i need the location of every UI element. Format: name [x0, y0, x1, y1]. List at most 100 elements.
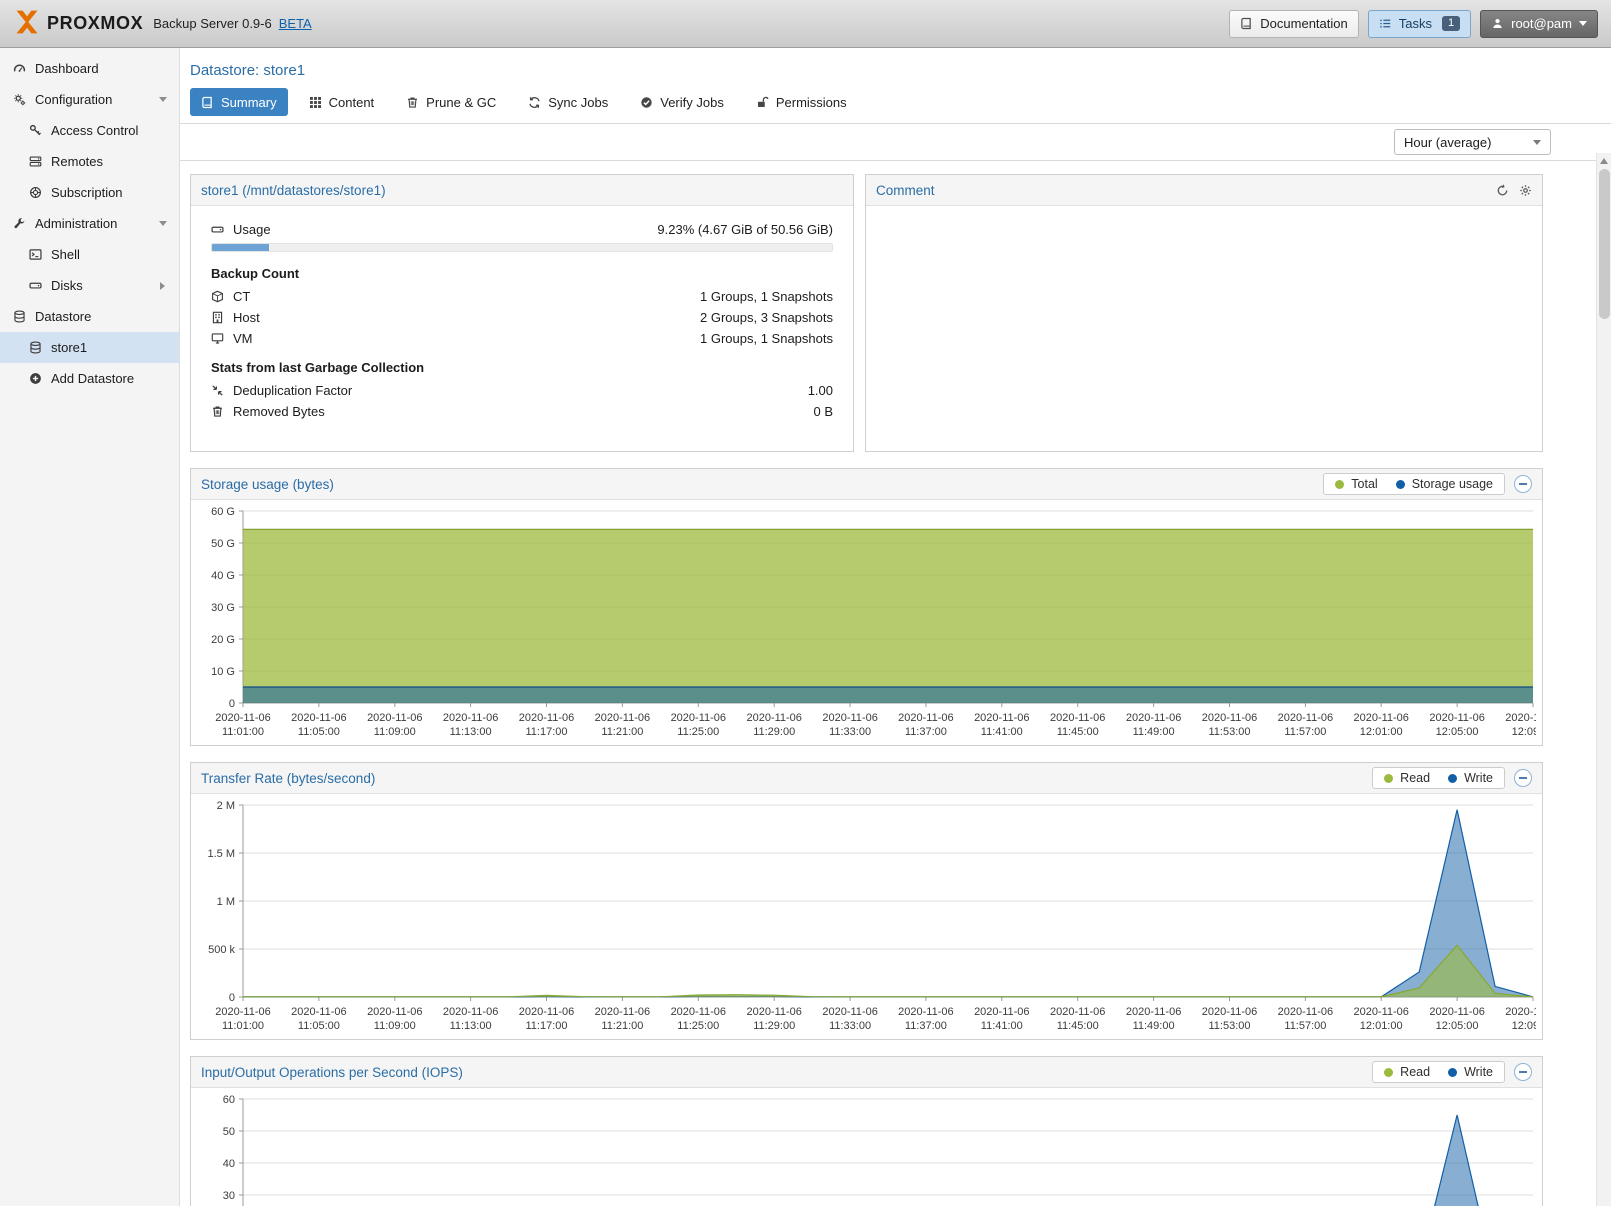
svg-text:11:49:00: 11:49:00: [1133, 726, 1175, 738]
sidebar-item-label: Configuration: [35, 92, 112, 107]
svg-text:12:09:00: 12:09:00: [1512, 1020, 1536, 1032]
content-area: store1 (/mnt/datastores/store1) Usage 9.…: [180, 161, 1543, 1206]
chevron-down-icon[interactable]: [159, 95, 167, 104]
sidebar-item-label: Disks: [51, 278, 83, 293]
sidebar-item-label: Remotes: [51, 154, 103, 169]
svg-text:1 M: 1 M: [217, 896, 235, 908]
svg-text:2020-11-06: 2020-11-06: [671, 1006, 726, 1018]
svg-text:50: 50: [223, 1126, 235, 1138]
chevron-down-icon: [1579, 21, 1587, 30]
trash-icon: [406, 96, 419, 109]
svg-text:11:53:00: 11:53:00: [1208, 1020, 1250, 1032]
svg-text:11:57:00: 11:57:00: [1284, 726, 1326, 738]
collapse-button[interactable]: [1514, 769, 1532, 787]
scroll-up-arrow[interactable]: [1597, 153, 1611, 168]
svg-text:2020-11-06: 2020-11-06: [519, 1006, 574, 1018]
scrollbar-thumb[interactable]: [1599, 169, 1610, 319]
svg-text:2020-11-06: 2020-11-06: [1353, 712, 1408, 724]
svg-text:11:37:00: 11:37:00: [905, 726, 947, 738]
svg-text:11:01:00: 11:01:00: [222, 1020, 264, 1032]
desktop-icon: [211, 332, 224, 345]
svg-text:11:01:00: 11:01:00: [222, 726, 264, 738]
tab-summary[interactable]: Summary: [190, 88, 288, 116]
support-icon: [29, 186, 42, 199]
svg-text:12:01:00: 12:01:00: [1360, 1020, 1403, 1032]
svg-text:2020-11-06: 2020-11-06: [974, 1006, 1029, 1018]
user-menu-button[interactable]: root@pam: [1480, 10, 1598, 38]
svg-text:2020-11-06: 2020-11-06: [595, 712, 650, 724]
row-label: Deduplication Factor: [233, 383, 352, 398]
comment-body[interactable]: [866, 206, 1542, 224]
svg-text:2020-11-06: 2020-11-06: [822, 712, 877, 724]
database-icon: [29, 341, 42, 354]
svg-text:2020-11-06: 2020-11-06: [215, 712, 270, 724]
chevron-down-icon: [1533, 140, 1541, 149]
gear-icon[interactable]: [1519, 184, 1532, 197]
tasks-count-badge: 1: [1442, 16, 1460, 31]
tab-label: Permissions: [776, 95, 847, 110]
sidebar-item-label: Add Datastore: [51, 371, 134, 386]
building-icon: [211, 311, 224, 324]
sidebar-item-administration[interactable]: Administration: [0, 208, 179, 239]
svg-text:2020-11-06: 2020-11-06: [1278, 1006, 1333, 1018]
tab-prune-gc[interactable]: Prune & GC: [395, 88, 507, 116]
chevron-down-icon[interactable]: [159, 219, 167, 228]
beta-link[interactable]: BETA: [279, 16, 312, 31]
backup-count-row-ct: CT 1 Groups, 1 Snapshots: [211, 286, 833, 307]
svg-text:12:05:00: 12:05:00: [1436, 726, 1479, 738]
legend-dot: [1384, 774, 1393, 783]
tachometer-icon: [13, 62, 26, 75]
legend-label: Read: [1400, 1065, 1430, 1079]
tab-permissions[interactable]: Permissions: [745, 88, 858, 116]
svg-text:2020-11-06: 2020-11-06: [1505, 1006, 1536, 1018]
usage-row: Usage 9.23% (4.67 GiB of 50.56 GiB): [211, 215, 833, 243]
svg-text:11:33:00: 11:33:00: [829, 1020, 871, 1032]
svg-text:2020-11-06: 2020-11-06: [1202, 712, 1257, 724]
svg-text:2020-11-06: 2020-11-06: [519, 712, 574, 724]
legend-item-write[interactable]: Write: [1448, 1065, 1493, 1079]
sidebar-item-store1[interactable]: store1: [0, 332, 179, 363]
chart-title: Input/Output Operations per Second (IOPS…: [201, 1065, 463, 1080]
legend-item-read[interactable]: Read: [1384, 1065, 1430, 1079]
legend-item-write[interactable]: Write: [1448, 771, 1493, 785]
legend-item-storage-usage[interactable]: Storage usage: [1396, 477, 1493, 491]
legend-item-read[interactable]: Read: [1384, 771, 1430, 785]
svg-text:11:25:00: 11:25:00: [677, 1020, 719, 1032]
scrollbar[interactable]: [1596, 153, 1611, 1206]
documentation-label: Documentation: [1260, 16, 1347, 31]
sidebar-item-subscription[interactable]: Subscription: [0, 177, 179, 208]
svg-text:2020-11-06: 2020-11-06: [367, 1006, 422, 1018]
sidebar-item-access-control[interactable]: Access Control: [0, 115, 179, 146]
svg-text:11:37:00: 11:37:00: [905, 1020, 947, 1032]
legend-item-total[interactable]: Total: [1335, 477, 1377, 491]
svg-text:2020-11-06: 2020-11-06: [215, 1006, 270, 1018]
sidebar-item-disks[interactable]: Disks: [0, 270, 179, 301]
task-list-icon: [1379, 17, 1392, 30]
sidebar-item-datastore[interactable]: Datastore: [0, 301, 179, 332]
svg-text:2020-11-06: 2020-11-06: [443, 712, 498, 724]
svg-text:2020-11-06: 2020-11-06: [1353, 1006, 1408, 1018]
sidebar-item-configuration[interactable]: Configuration: [0, 84, 179, 115]
sidebar-item-shell[interactable]: Shell: [0, 239, 179, 270]
collapse-button[interactable]: [1514, 475, 1532, 493]
tab-sync-jobs[interactable]: Sync Jobs: [517, 88, 619, 116]
refresh-icon[interactable]: [1496, 184, 1509, 197]
sidebar-item-dashboard[interactable]: Dashboard: [0, 53, 179, 84]
documentation-button[interactable]: Documentation: [1229, 10, 1358, 38]
svg-text:50 G: 50 G: [211, 538, 235, 550]
sidebar-item-remotes[interactable]: Remotes: [0, 146, 179, 177]
collapse-button[interactable]: [1514, 1063, 1532, 1081]
chevron-right-icon[interactable]: [158, 282, 167, 290]
transfer-rate-panel: Transfer Rate (bytes/second) Read Write: [190, 762, 1543, 1040]
hdd-icon: [211, 223, 224, 236]
svg-text:2020-11-06: 2020-11-06: [1050, 1006, 1105, 1018]
tab-verify-jobs[interactable]: Verify Jobs: [629, 88, 735, 116]
time-range-select[interactable]: Hour (average): [1394, 129, 1551, 155]
tasks-button[interactable]: Tasks 1: [1368, 10, 1471, 38]
sidebar-item-add-datastore[interactable]: Add Datastore: [0, 363, 179, 394]
legend-dot: [1335, 480, 1344, 489]
tab-content[interactable]: Content: [298, 88, 386, 116]
user-icon: [1491, 17, 1504, 30]
svg-text:11:17:00: 11:17:00: [525, 1020, 567, 1032]
svg-text:11:41:00: 11:41:00: [981, 1020, 1023, 1032]
